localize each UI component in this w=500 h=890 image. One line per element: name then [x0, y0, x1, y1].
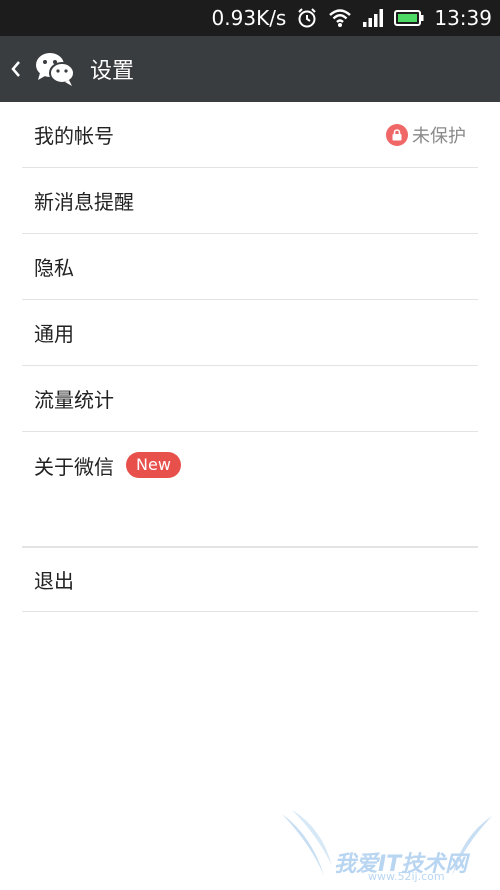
- chevron-left-icon: [10, 58, 24, 80]
- account-protection-status: 未保护: [386, 122, 478, 148]
- logout-button[interactable]: 退出: [22, 546, 478, 612]
- new-badge: New: [126, 452, 181, 478]
- settings-item-label: 通用: [34, 322, 74, 346]
- settings-item-label: 流量统计: [34, 388, 114, 412]
- settings-item-about[interactable]: 关于微信 New: [22, 432, 478, 498]
- settings-item-account[interactable]: 我的帐号 未保护: [22, 102, 478, 168]
- settings-item-notifications[interactable]: 新消息提醒: [22, 168, 478, 234]
- back-button[interactable]: [0, 36, 76, 102]
- logout-label: 退出: [34, 569, 74, 593]
- settings-item-label: 隐私: [34, 256, 74, 280]
- settings-item-general[interactable]: 通用: [22, 300, 478, 366]
- lock-icon: [386, 123, 408, 146]
- settings-item-label: 新消息提醒: [34, 190, 134, 214]
- watermark-url: www.52ij.com: [368, 870, 445, 883]
- settings-list: 我的帐号 未保护 新消息提醒 隐私 通用 流量统计 关于微信 New 退出: [22, 102, 478, 612]
- watermark: 我爱IT技术网 www.52ij.com: [282, 806, 492, 886]
- settings-item-privacy[interactable]: 隐私: [22, 234, 478, 300]
- status-bar: 0.93K/s 13:39: [0, 0, 500, 36]
- settings-item-label: 我的帐号: [34, 124, 114, 148]
- settings-item-data-usage[interactable]: 流量统计: [22, 366, 478, 432]
- signal-icon: [362, 8, 384, 28]
- protection-status-text: 未保护: [412, 125, 466, 147]
- wifi-icon: [328, 8, 352, 28]
- net-speed: 0.93K/s: [211, 6, 287, 30]
- battery-icon: [394, 9, 424, 27]
- wechat-logo-icon: [34, 51, 76, 87]
- clock: 13:39: [434, 6, 492, 30]
- action-bar: 设置: [0, 36, 500, 102]
- alarm-icon: [296, 7, 318, 29]
- page-title: 设置: [90, 59, 135, 84]
- settings-item-label: 关于微信: [34, 454, 114, 479]
